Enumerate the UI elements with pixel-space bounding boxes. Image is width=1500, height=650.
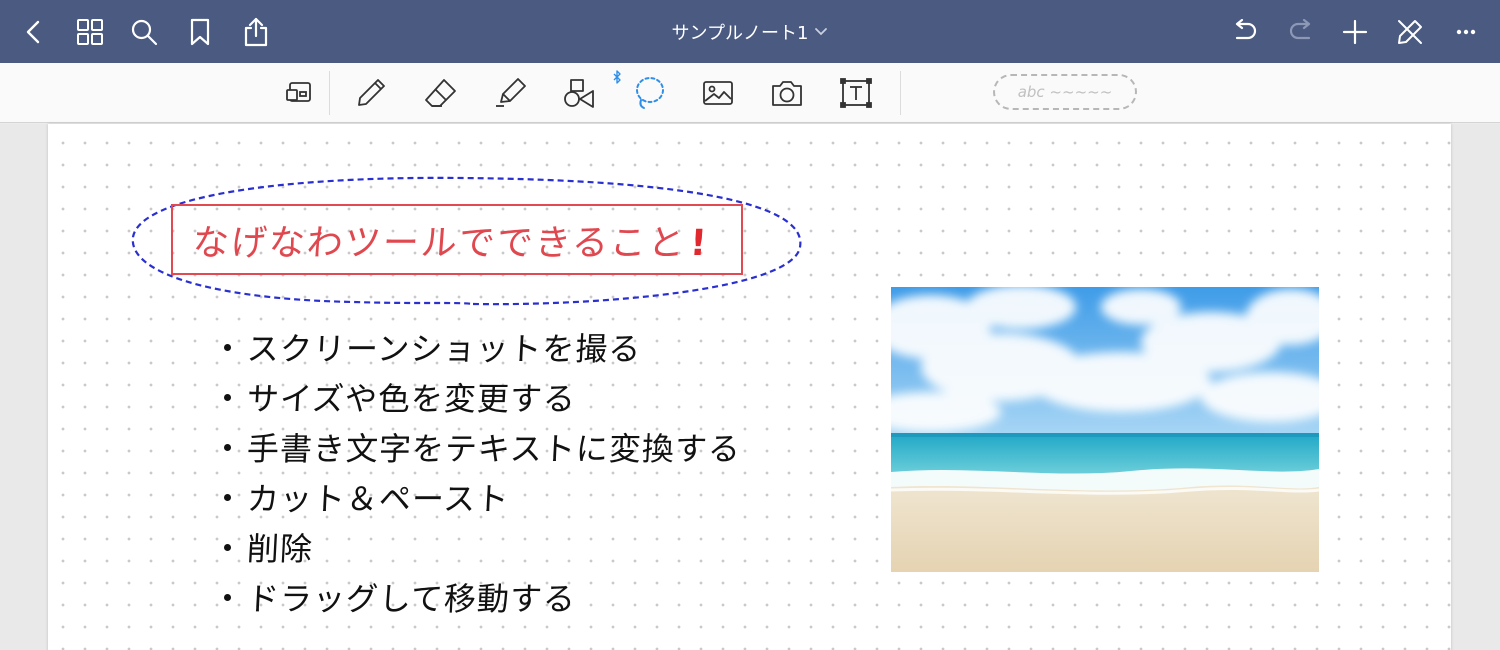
bullet-list: スクリーンショットを撮る サイズや色を変更する 手書き文字をテキストに変換する …	[224, 322, 824, 622]
bullet-dot	[224, 543, 231, 551]
note-title: サンプルノート1	[671, 23, 809, 44]
bullet-dot	[224, 393, 231, 401]
undo-icon[interactable]	[1225, 12, 1265, 52]
list-item-text: サイズや色を変更する	[245, 380, 577, 418]
toolbar-divider	[900, 71, 901, 115]
zoom-window-icon[interactable]	[277, 73, 321, 113]
chevron-down-icon	[814, 27, 828, 37]
handwriting-placeholder: abc ~~~~~	[1017, 83, 1113, 101]
list-item[interactable]: 削除	[224, 522, 824, 572]
pen-off-icon[interactable]	[1390, 12, 1430, 52]
tool-bar: abc ~~~~~	[0, 63, 1500, 123]
pen-icon[interactable]	[349, 73, 393, 113]
note-canvas[interactable]: なげなわツールでできること! スクリーンショットを撮る サイズや色を変更する 手…	[0, 124, 1500, 650]
back-chevron-icon[interactable]	[14, 12, 54, 52]
top-nav-bar: サンプルノート1	[0, 0, 1500, 63]
text-icon[interactable]	[834, 73, 878, 113]
bookmark-icon[interactable]	[180, 12, 220, 52]
list-item[interactable]: 手書き文字をテキストに変換する	[224, 422, 824, 472]
heading-text-box[interactable]: なげなわツールでできること!	[171, 204, 743, 275]
list-item-text: ドラッグして移動する	[245, 580, 577, 618]
shapes-icon[interactable]	[557, 73, 601, 113]
search-icon[interactable]	[124, 12, 164, 52]
redo-icon[interactable]	[1281, 12, 1321, 52]
bullet-dot	[224, 443, 231, 451]
bullet-dot	[224, 593, 231, 601]
image-icon[interactable]	[696, 73, 740, 113]
camera-icon[interactable]	[765, 73, 809, 113]
list-item[interactable]: カット＆ペースト	[224, 472, 824, 522]
exclamation-mark: !	[688, 222, 710, 264]
lasso-icon[interactable]	[627, 73, 671, 113]
beach-photo[interactable]	[891, 287, 1319, 572]
handwriting-recognition-pill[interactable]: abc ~~~~~	[993, 74, 1137, 110]
goodnotes-app: サンプルノート1 abc ~~~~~ なげなわツールでできること! スクリーンシ…	[0, 0, 1500, 650]
list-item[interactable]: ドラッグして移動する	[224, 572, 824, 622]
bullet-dot	[224, 493, 231, 501]
note-title-dropdown[interactable]: サンプルノート1	[560, 16, 940, 48]
toolbar-divider	[329, 71, 330, 115]
list-item-text: スクリーンショットを撮る	[245, 330, 643, 368]
list-item-text: カット＆ペースト	[245, 480, 511, 518]
note-page[interactable]: なげなわツールでできること! スクリーンショットを撮る サイズや色を変更する 手…	[48, 124, 1451, 650]
list-item[interactable]: サイズや色を変更する	[224, 372, 824, 422]
heading-text: なげなわツールでできること!	[191, 214, 710, 266]
bluetooth-icon	[612, 69, 622, 88]
grid-thumbnails-icon[interactable]	[70, 12, 110, 52]
more-icon[interactable]	[1446, 12, 1486, 52]
eraser-icon[interactable]	[418, 73, 462, 113]
highlighter-icon[interactable]	[488, 73, 532, 113]
add-icon[interactable]	[1335, 12, 1375, 52]
heading-text-content: なげなわツールでできること	[191, 222, 688, 264]
list-item-text: 手書き文字をテキストに変換する	[245, 430, 742, 468]
share-icon[interactable]	[236, 12, 276, 52]
list-item-text: 削除	[245, 530, 314, 568]
list-item[interactable]: スクリーンショットを撮る	[224, 322, 824, 372]
bullet-dot	[224, 343, 231, 351]
